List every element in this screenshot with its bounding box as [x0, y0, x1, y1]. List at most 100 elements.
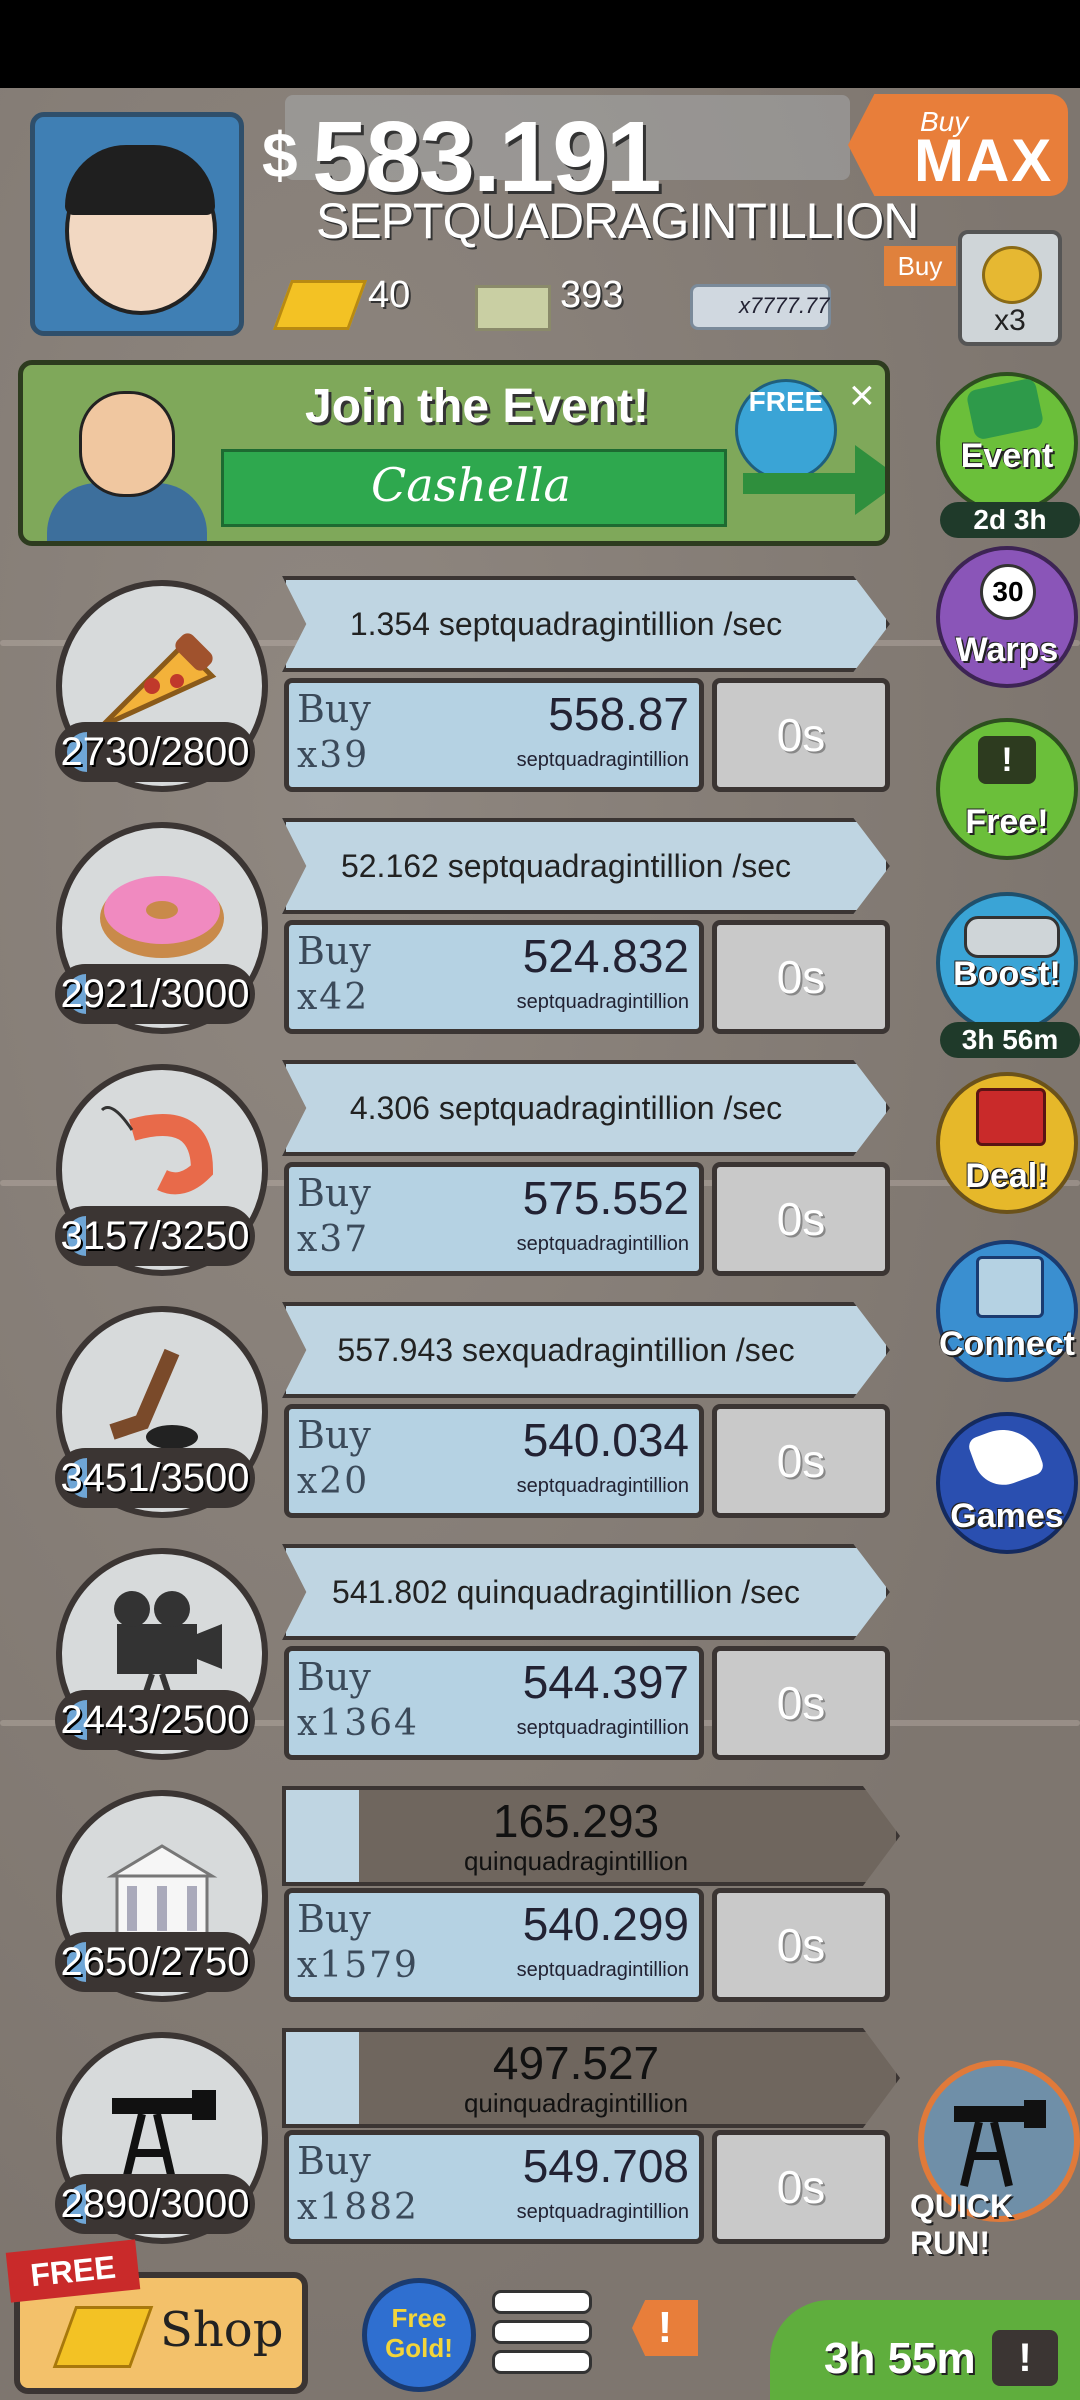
income-rate-bar[interactable]: 541.802 quinquadragintillion /sec: [282, 1544, 890, 1640]
owned-count-badge: 2443/2500: [55, 1690, 255, 1750]
connect-label: Connect: [939, 1325, 1075, 1363]
buy-label: Buy: [297, 2139, 371, 2183]
gold-count: 40: [368, 274, 411, 316]
cards-icon: [976, 1256, 1044, 1318]
boost-countdown: 3h 56m: [940, 1022, 1080, 1058]
shop-label: Shop: [160, 2302, 284, 2358]
buy-quantity: x42: [297, 977, 370, 1018]
timer-value: 0s: [776, 951, 826, 1003]
deal-side-button[interactable]: Deal!: [936, 1072, 1078, 1214]
boost-side-button[interactable]: Boost! 3h 56m: [936, 892, 1080, 1058]
cycle-timer: 0s: [712, 2130, 890, 2244]
warps-count: 30: [980, 564, 1036, 620]
menu-line: [492, 2350, 592, 2374]
free-label: Free!: [965, 803, 1049, 841]
gold-icon: [52, 2306, 154, 2368]
tv-timer-button[interactable]: 3h 55m !: [770, 2300, 1080, 2400]
megabucks-count: 393: [560, 274, 624, 316]
progress-unit: quinquadragintillion: [463, 1846, 689, 1876]
cycle-timer: 0s: [712, 1888, 890, 2002]
gift-icon: [976, 1088, 1046, 1146]
buy-label: Buy: [297, 1897, 371, 1941]
player-avatar[interactable]: [30, 112, 244, 336]
owned-count: 3451/3500: [60, 1456, 250, 1500]
buy-quantity: x37: [297, 1219, 370, 1260]
timer-value: 0s: [776, 709, 826, 761]
free-gold-button[interactable]: Free Gold!: [362, 2278, 476, 2392]
bag-multiplier: x3: [994, 304, 1026, 337]
income-rate-bar[interactable]: 4.306 septquadragintillion /sec: [282, 1060, 890, 1156]
cycle-timer: 0s: [712, 678, 890, 792]
status-bar: [0, 0, 1080, 88]
buy-multiplier-tag[interactable]: Buy: [884, 246, 956, 286]
currency-symbol: $: [262, 119, 298, 191]
income-rate-bar[interactable]: 1.354 septquadragintillion /sec: [282, 576, 890, 672]
event-banner[interactable]: Join the Event! Cashella FREE ×: [18, 360, 890, 546]
income-rate-bar[interactable]: 52.162 septquadragintillion /sec: [282, 818, 890, 914]
buy-button[interactable]: Buy x39 558.87 septquadragintillion: [284, 678, 704, 792]
owned-count-badge: 2650/2750: [55, 1932, 255, 1992]
buy-label: Buy: [297, 687, 371, 731]
timer-value: 0s: [776, 2161, 826, 2213]
buy-cost-unit: septquadragintillion: [516, 1717, 689, 1739]
money-bag-multiplier-button[interactable]: x3: [958, 230, 1062, 346]
buy-label: Buy: [297, 929, 371, 973]
free-label: FREE: [748, 386, 824, 417]
close-icon[interactable]: ×: [849, 371, 875, 421]
timer-value: 0s: [776, 1919, 826, 1971]
alert-icon[interactable]: !: [632, 2300, 698, 2356]
income-rate-bar[interactable]: 557.943 sexquadragintillion /sec: [282, 1302, 890, 1398]
owned-count-badge: 2890/3000: [55, 2174, 255, 2234]
buy-max-button[interactable]: Buy MAX: [848, 94, 1068, 196]
menu-line: [492, 2320, 592, 2344]
buy-button[interactable]: Buy x1364 544.397 septquadragintillion: [284, 1646, 704, 1760]
quick-run-label: QUICK RUN!: [910, 2188, 1014, 2261]
buy-label: Buy: [297, 1413, 371, 1457]
games-side-button[interactable]: Games: [936, 1412, 1078, 1554]
income-rate: 52.162 septquadragintillion /sec: [340, 848, 792, 884]
megabucks-icon: [475, 285, 551, 331]
business-row-pizza: 2730/2800 1.354 septquadragintillion /se…: [0, 576, 900, 810]
buy-button[interactable]: Buy x37 575.552 septquadragintillion: [284, 1162, 704, 1276]
event-hat-icon: [965, 377, 1045, 441]
business-row-shrimp: 3157/3250 4.306 septquadragintillion /se…: [0, 1060, 900, 1294]
buy-button[interactable]: Buy x1882 549.708 septquadragintillion: [284, 2130, 704, 2244]
buy-cost: 524.832: [522, 930, 689, 982]
income-rate: 557.943 sexquadragintillion /sec: [337, 1332, 795, 1368]
income-progress-bar[interactable]: 165.293 quinquadragintillion: [282, 1786, 900, 1886]
tv-timer-value: 3h 55m: [824, 2334, 976, 2383]
connect-side-button[interactable]: Connect: [936, 1240, 1078, 1382]
tv-icon: !: [992, 2330, 1058, 2386]
progress-value: 497.527: [492, 2037, 660, 2089]
menu-button[interactable]: [492, 2290, 592, 2374]
buy-cost: 544.397: [522, 1656, 689, 1708]
business-row-bank: 2650/2750 165.293 quinquadragintillion B…: [0, 1786, 900, 2020]
menu-line: [492, 2290, 592, 2314]
buy-max-bottom: MAX: [914, 127, 1054, 194]
buy-cost-unit: septquadragintillion: [516, 2201, 689, 2223]
warps-side-button[interactable]: 30 Warps: [936, 546, 1078, 688]
warps-label: Warps: [955, 631, 1059, 669]
buy-quantity: x1579: [297, 1945, 419, 1986]
progress-unit: quinquadragintillion: [463, 2088, 689, 2118]
buy-quantity: x39: [297, 735, 370, 776]
event-free-badge: FREE: [735, 379, 837, 481]
megaticket-icon[interactable]: x7777.77: [690, 284, 831, 330]
buy-button[interactable]: Buy x1579 540.299 septquadragintillion: [284, 1888, 704, 2002]
event-side-button[interactable]: Event 2d 3h: [936, 372, 1080, 538]
boost-label: Boost!: [953, 955, 1061, 993]
buy-button[interactable]: Buy x20 540.034 septquadragintillion: [284, 1404, 704, 1518]
owned-count: 2890/3000: [60, 2182, 250, 2226]
timer-value: 0s: [776, 1677, 826, 1729]
owned-count: 2921/3000: [60, 972, 250, 1016]
free-side-button[interactable]: ! Free!: [936, 718, 1078, 860]
buy-cost: 540.299: [522, 1898, 689, 1950]
buy-cost: 549.708: [522, 2140, 689, 2192]
owned-count: 2443/2500: [60, 1698, 250, 1742]
cycle-timer: 0s: [712, 1646, 890, 1760]
owned-count: 2650/2750: [60, 1940, 250, 1984]
buy-cost-unit: septquadragintillion: [516, 991, 689, 1013]
buy-label: Buy: [297, 1655, 371, 1699]
buy-button[interactable]: Buy x42 524.832 septquadragintillion: [284, 920, 704, 1034]
income-progress-bar[interactable]: 497.527 quinquadragintillion: [282, 2028, 900, 2128]
